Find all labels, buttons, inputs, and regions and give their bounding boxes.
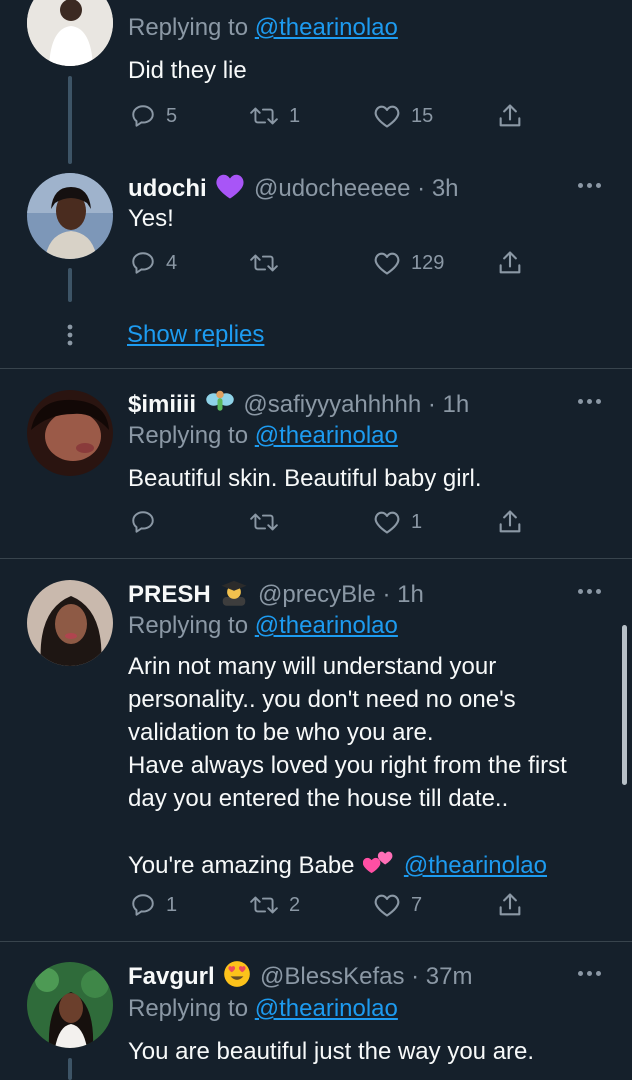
reply-icon <box>130 103 156 129</box>
reply-button[interactable]: 1 <box>130 890 177 920</box>
heart-icon <box>373 250 401 276</box>
tweet-text-line: Have always loved you right from the fir… <box>128 752 567 779</box>
like-count: 129 <box>411 251 445 274</box>
tweet-text-line: validation to be who you are. <box>128 719 434 746</box>
reply-icon <box>130 250 156 276</box>
mention-link[interactable]: @thearinolao <box>255 995 398 1022</box>
divider <box>0 941 632 942</box>
heart-icon <box>373 509 401 535</box>
retweet-button[interactable] <box>249 507 289 537</box>
replying-to: Replying to @thearinolao <box>128 14 398 41</box>
like-button[interactable]: 7 <box>373 890 422 920</box>
more-button[interactable] <box>578 968 602 978</box>
like-button[interactable]: 1 <box>373 507 422 537</box>
tweet-text: You are beautiful just the way you are. <box>128 1038 535 1065</box>
retweet-button[interactable] <box>249 248 289 278</box>
like-button[interactable]: 129 <box>373 248 444 278</box>
avatar[interactable] <box>27 390 113 476</box>
tweet-text: Yes! <box>128 205 174 232</box>
share-icon <box>496 508 524 536</box>
display-name[interactable]: PRESH <box>128 581 211 608</box>
share-button[interactable] <box>496 101 524 131</box>
tweet-header: PRESH @precyBle · 1h <box>128 578 424 613</box>
mention-link[interactable]: @thearinolao <box>255 612 398 639</box>
more-button[interactable] <box>578 396 602 406</box>
tweet-text-line: You're amazing Babe @thearinolao <box>128 848 608 885</box>
share-button[interactable] <box>496 507 524 537</box>
tweet-text-line: Arin not many will understand your <box>128 653 497 680</box>
mention-link[interactable]: @thearinolao <box>255 422 398 449</box>
heart-icon <box>373 103 401 129</box>
vertical-dots-icon <box>67 324 73 346</box>
thread-line <box>68 268 72 302</box>
retweet-icon <box>249 509 279 535</box>
divider <box>0 558 632 559</box>
divider <box>0 368 632 369</box>
retweet-count: 1 <box>289 104 301 127</box>
replying-to: Replying to @thearinolao <box>128 612 398 639</box>
avatar[interactable] <box>27 173 113 259</box>
retweet-icon <box>249 892 279 918</box>
handle-time: @safiyyyahhhhh · 1h <box>243 390 470 418</box>
avatar[interactable] <box>27 580 113 666</box>
reply-count: 5 <box>166 104 178 127</box>
share-button[interactable] <box>496 890 524 920</box>
reply-count: 4 <box>166 251 178 274</box>
tweet-text: Arin not many will understand your perso… <box>128 650 608 885</box>
reply-button[interactable]: 5 <box>130 101 177 131</box>
fairy-icon <box>205 388 235 423</box>
mention-link[interactable]: @thearinolao <box>255 14 398 41</box>
heart-eyes-icon <box>223 960 251 995</box>
tweet-text-line: personality.. you don't need no one's <box>128 686 516 713</box>
handle-time: @udocheeeee · 3h <box>254 174 459 202</box>
reply-icon <box>130 892 156 918</box>
like-count: 15 <box>411 104 434 127</box>
more-button[interactable] <box>578 180 602 190</box>
avatar[interactable] <box>27 962 113 1048</box>
display-name[interactable]: $imiiii <box>128 391 196 418</box>
tweet-text: Beautiful skin. Beautiful baby girl. <box>128 465 482 492</box>
retweet-icon <box>249 103 279 129</box>
show-replies-link[interactable]: Show replies <box>127 321 264 349</box>
retweet-button[interactable]: 1 <box>249 101 300 131</box>
display-name[interactable]: Favgurl <box>128 963 215 990</box>
like-count: 7 <box>411 893 423 916</box>
tweet-header: $imiiii @safiyyyahhhhh · 1h <box>128 388 469 423</box>
tweet-header: Favgurl @BlessKefas · 37m <box>128 960 472 995</box>
retweet-count: 2 <box>289 893 301 916</box>
reply-icon <box>130 509 156 535</box>
tweet-text-line: day you entered the house till date.. <box>128 785 509 812</box>
more-button[interactable] <box>578 586 602 596</box>
tweet-text: Did they lie <box>128 57 247 84</box>
display-name[interactable]: udochi <box>128 175 207 202</box>
share-button[interactable] <box>496 248 524 278</box>
avatar[interactable] <box>27 0 113 66</box>
like-count: 1 <box>411 510 423 533</box>
like-button[interactable]: 15 <box>373 101 433 131</box>
scrollbar[interactable] <box>622 625 627 785</box>
share-icon <box>496 249 524 277</box>
reply-button[interactable]: 4 <box>130 248 177 278</box>
share-icon <box>496 891 524 919</box>
reply-count: 1 <box>166 893 178 916</box>
thread-line <box>68 1058 72 1080</box>
heart-icon <box>373 892 401 918</box>
retweet-icon <box>249 250 279 276</box>
two-hearts-icon <box>363 848 395 885</box>
graduate-icon <box>219 578 249 613</box>
replying-to: Replying to @thearinolao <box>128 422 398 449</box>
mention-link[interactable]: @thearinolao <box>404 852 547 879</box>
handle-time: @precyBle · 1h <box>258 580 424 608</box>
handle-time: @BlessKefas · 37m <box>260 962 473 990</box>
share-icon <box>496 102 524 130</box>
reply-button[interactable] <box>130 507 166 537</box>
retweet-button[interactable]: 2 <box>249 890 300 920</box>
thread-line <box>68 76 72 164</box>
replying-to: Replying to @thearinolao <box>128 995 398 1022</box>
